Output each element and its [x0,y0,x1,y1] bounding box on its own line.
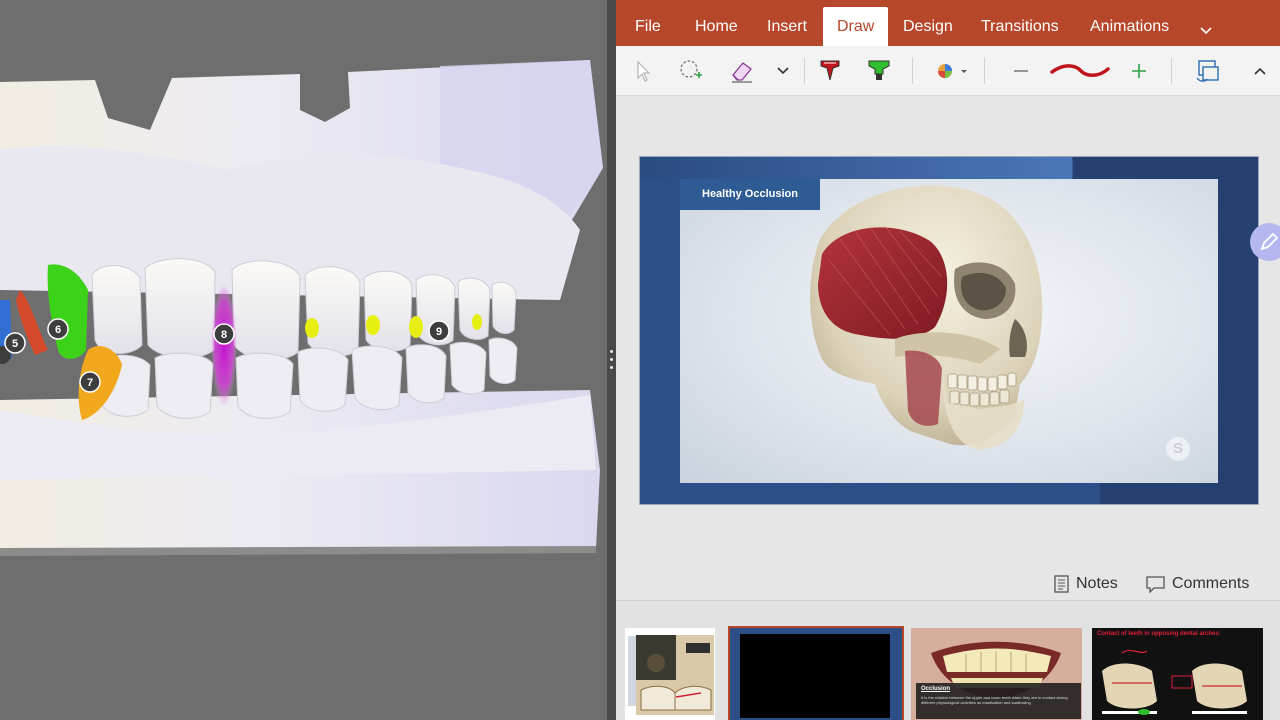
color-palette-icon[interactable] [933,56,971,86]
marker-label-7: 7 [87,377,93,389]
splitter-grip-dot[interactable] [610,358,613,361]
tab-draw[interactable]: Draw [823,7,889,46]
view-status-row: Notes Comments [616,568,1280,600]
skull-illustration [810,185,1043,450]
comment-icon [1146,576,1165,593]
notes-icon [1054,575,1069,593]
marker-label-8: 8 [221,329,227,341]
slide-thumbnail-3[interactable]: Occlusion It is the relation between the… [911,628,1082,720]
tab-file[interactable]: File [635,0,661,46]
tab-animations[interactable]: Animations [1090,0,1169,46]
collapse-ribbon-icon[interactable] [1252,56,1268,86]
slide-thumbnail-2-selected[interactable] [728,626,904,720]
dental-3d-viewer[interactable]: 5 6 7 8 9 [0,0,607,720]
toolbar-separator [912,58,913,84]
red-pen-icon[interactable] [817,56,843,86]
ink-to-shape-icon[interactable] [1193,56,1223,86]
marker-label-5: 5 [12,338,18,350]
marker-label-6: 6 [55,324,61,336]
toolbar-separator [1171,58,1172,84]
thumb3-text: It is the relation between the upper and… [921,695,1068,705]
tab-insert[interactable]: Insert [767,0,807,46]
toolbar-separator [984,58,985,84]
more-tabs-chevron-icon[interactable] [1200,4,1212,50]
marker-label-9: 9 [436,326,442,338]
green-highlighter-icon[interactable] [866,56,892,86]
thickness-decrease-icon[interactable] [1010,56,1032,86]
slide-thumbnail-4[interactable]: Contact of teeth in opposing dental arch… [1092,628,1263,720]
thickness-increase-icon[interactable] [1128,56,1150,86]
tab-home[interactable]: Home [695,0,738,46]
select-arrow-icon[interactable] [630,56,656,86]
more-pens-chevron-icon[interactable] [774,56,792,86]
slide-watermark-logo: S [1166,437,1190,461]
slide-video-frame: Healthy Occlusion S [680,179,1218,483]
comments-button[interactable]: Comments [1146,572,1249,596]
tab-design[interactable]: Design [903,0,953,46]
splitter-grip-dot[interactable] [610,366,613,369]
slide-canvas[interactable]: Healthy Occlusion S [640,157,1258,504]
slide-thumbnail-1[interactable] [625,628,715,720]
powerpoint-window: File Home Insert Draw Design Transitions… [616,0,1280,720]
ribbon-tab-bar: File Home Insert Draw Design Transitions… [616,0,1280,46]
splitter-grip-dot[interactable] [610,350,613,353]
eraser-icon[interactable] [727,56,757,86]
pen-floating-button[interactable] [1250,223,1280,261]
screen: 5 6 7 8 9 File Home Insert Draw Design T… [0,0,1280,720]
dental-model-render[interactable]: 5 6 7 8 9 [0,0,607,720]
slide-thumbnail-strip: Occlusion It is the relation between the… [616,600,1280,720]
marker-8-contact [211,283,237,407]
comments-label: Comments [1172,575,1250,592]
toolbar-separator [804,58,805,84]
ink-stroke-preview[interactable] [1048,56,1112,86]
draw-toolbar [616,46,1280,96]
lasso-select-icon[interactable] [676,56,706,86]
notes-button[interactable]: Notes [1054,572,1118,596]
pencil-icon [1260,232,1279,251]
tab-transitions[interactable]: Transitions [981,0,1059,46]
thumb3-title: Occlusion [921,686,951,692]
thumb4-title: Contact of teeth in opposing dental arch… [1097,631,1221,637]
notes-label: Notes [1076,575,1118,592]
